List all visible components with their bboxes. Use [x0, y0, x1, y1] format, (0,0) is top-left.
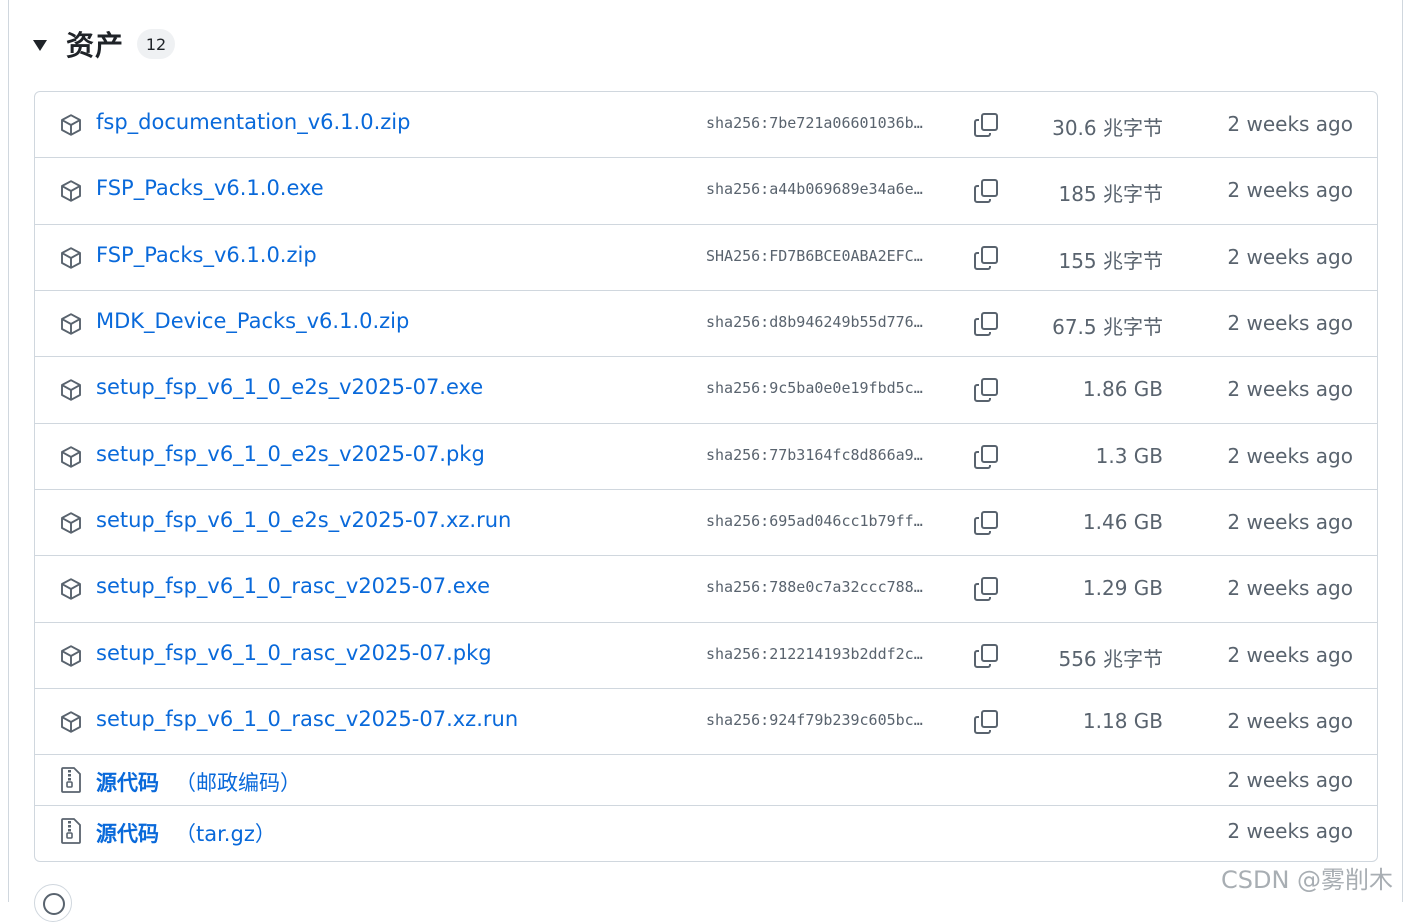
package-icon: [61, 578, 81, 600]
relative-time: 2 weeks ago: [1227, 819, 1353, 843]
relative-time: 2 weeks ago: [1227, 709, 1353, 733]
file-size: 67.5 兆字节: [1052, 315, 1163, 339]
file-size: 30.6 兆字节: [1052, 116, 1163, 140]
asset-download-link[interactable]: setup_fsp_v6_1_0_e2s_v2025-07.pkg: [96, 442, 485, 466]
sha256-digest: sha256:695ad046cc1b79ff…: [706, 512, 923, 530]
asset-row: setup_fsp_v6_1_0_rasc_v2025-07.pkg sha256…: [35, 623, 1377, 689]
copy-icon[interactable]: [973, 643, 999, 669]
relative-time: 2 weeks ago: [1227, 178, 1353, 202]
sha256-digest: SHA256:FD7B6BCE0ABA2EFC…: [706, 247, 923, 265]
sha256-digest: sha256:924f79b239c605bc…: [706, 711, 923, 729]
package-icon: [61, 180, 81, 202]
relative-time: 2 weeks ago: [1227, 768, 1353, 792]
asset-row: FSP_Packs_v6.1.0.exe sha256:a44b069689e34…: [35, 158, 1377, 225]
source-format[interactable]: （邮政编码）: [175, 767, 301, 797]
package-icon: [61, 114, 81, 136]
package-icon: [61, 512, 81, 534]
copy-icon[interactable]: [973, 510, 999, 536]
relative-time: 2 weeks ago: [1227, 576, 1353, 600]
relative-time: 2 weeks ago: [1227, 245, 1353, 269]
frame-left-border: [8, 0, 9, 902]
assets-header[interactable]: 资产 12: [33, 24, 176, 64]
asset-download-link[interactable]: setup_fsp_v6_1_0_rasc_v2025-07.exe: [96, 574, 490, 598]
asset-download-link[interactable]: setup_fsp_v6_1_0_rasc_v2025-07.xz.run: [96, 707, 518, 731]
file-zip-icon: [61, 767, 81, 793]
copy-icon[interactable]: [973, 709, 999, 735]
relative-time: 2 weeks ago: [1227, 643, 1353, 667]
file-size: 1.86 GB: [1082, 377, 1163, 401]
file-size: 155 兆字节: [1058, 249, 1163, 273]
relative-time: 2 weeks ago: [1227, 444, 1353, 468]
asset-download-link[interactable]: setup_fsp_v6_1_0_e2s_v2025-07.exe: [96, 375, 483, 399]
asset-download-link[interactable]: setup_fsp_v6_1_0_e2s_v2025-07.xz.run: [96, 508, 511, 532]
package-icon: [61, 446, 81, 468]
assets-title: 资产: [66, 29, 125, 62]
asset-row: fsp_documentation_v6.1.0.zip sha256:7be72…: [35, 92, 1377, 158]
source-row: 源代码 （tar.gz） 2 weeks ago: [35, 806, 1377, 857]
copy-icon[interactable]: [973, 178, 999, 204]
copy-icon[interactable]: [973, 245, 999, 271]
copy-icon[interactable]: [973, 377, 999, 403]
file-size: 1.29 GB: [1082, 576, 1163, 600]
asset-download-link[interactable]: FSP_Packs_v6.1.0.exe: [96, 176, 324, 200]
file-size: 1.3 GB: [1095, 444, 1163, 468]
asset-row: setup_fsp_v6_1_0_rasc_v2025-07.xz.run sha…: [35, 689, 1377, 755]
watermark: CSDN @雾削木: [1221, 866, 1394, 894]
sha256-digest: sha256:212214193b2ddf2c…: [706, 645, 923, 663]
relative-time: 2 weeks ago: [1227, 311, 1353, 335]
package-icon: [61, 247, 81, 269]
source-row: 源代码 （邮政编码） 2 weeks ago: [35, 755, 1377, 806]
source-format[interactable]: （tar.gz）: [175, 818, 276, 848]
file-size: 1.18 GB: [1082, 709, 1163, 733]
asset-row: FSP_Packs_v6.1.0.zip SHA256:FD7B6BCE0ABA2…: [35, 225, 1377, 291]
asset-row: setup_fsp_v6_1_0_e2s_v2025-07.exe sha256:…: [35, 357, 1377, 424]
sha256-digest: sha256:d8b946249b55d776…: [706, 313, 923, 331]
frame-right-border: [1402, 0, 1403, 902]
assets-list: fsp_documentation_v6.1.0.zip sha256:7be72…: [34, 91, 1378, 862]
package-icon: [61, 711, 81, 733]
smiley-icon: [43, 893, 65, 915]
copy-icon[interactable]: [973, 576, 999, 602]
asset-download-link[interactable]: setup_fsp_v6_1_0_rasc_v2025-07.pkg: [96, 641, 492, 665]
file-zip-icon: [61, 818, 81, 844]
relative-time: 2 weeks ago: [1227, 510, 1353, 534]
copy-icon[interactable]: [973, 112, 999, 138]
file-size: 556 兆字节: [1058, 647, 1163, 671]
package-icon: [61, 379, 81, 401]
file-size: 185 兆字节: [1058, 182, 1163, 206]
source-code-link[interactable]: 源代码: [96, 818, 159, 848]
sha256-digest: sha256:7be721a06601036b…: [706, 114, 923, 132]
asset-row: setup_fsp_v6_1_0_e2s_v2025-07.xz.run sha2…: [35, 490, 1377, 556]
triangle-down-icon[interactable]: [33, 40, 47, 51]
copy-icon[interactable]: [973, 311, 999, 337]
file-size: 1.46 GB: [1082, 510, 1163, 534]
asset-row: setup_fsp_v6_1_0_rasc_v2025-07.exe sha256…: [35, 556, 1377, 623]
relative-time: 2 weeks ago: [1227, 377, 1353, 401]
package-icon: [61, 313, 81, 335]
sha256-digest: sha256:a44b069689e34a6e…: [706, 180, 923, 198]
sha256-digest: sha256:9c5ba0e0e19fbd5c…: [706, 379, 923, 397]
copy-icon[interactable]: [973, 444, 999, 470]
add-reaction-button[interactable]: [34, 884, 72, 922]
asset-download-link[interactable]: MDK_Device_Packs_v6.1.0.zip: [96, 309, 409, 333]
package-icon: [61, 645, 81, 667]
asset-row: MDK_Device_Packs_v6.1.0.zip sha256:d8b946…: [35, 291, 1377, 357]
source-code-link[interactable]: 源代码: [96, 767, 159, 797]
asset-download-link[interactable]: fsp_documentation_v6.1.0.zip: [96, 110, 410, 134]
relative-time: 2 weeks ago: [1227, 112, 1353, 136]
asset-row: setup_fsp_v6_1_0_e2s_v2025-07.pkg sha256:…: [35, 424, 1377, 490]
asset-download-link[interactable]: FSP_Packs_v6.1.0.zip: [96, 243, 317, 267]
assets-count-badge: 12: [137, 29, 176, 59]
sha256-digest: sha256:77b3164fc8d866a9…: [706, 446, 923, 464]
sha256-digest: sha256:788e0c7a32ccc788…: [706, 578, 923, 596]
